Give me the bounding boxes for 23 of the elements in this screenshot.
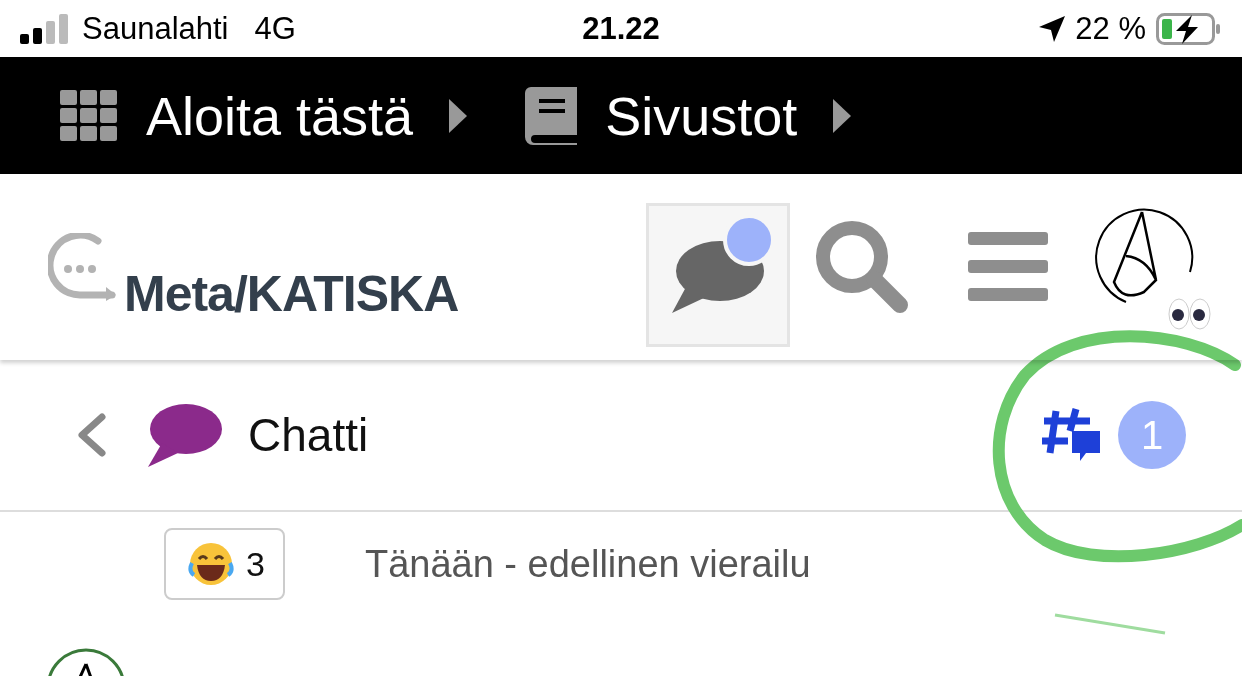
book-icon xyxy=(525,86,578,145)
carrier-name: Saunalahti xyxy=(82,10,229,47)
caret-icon xyxy=(833,98,852,133)
battery-percent: 22 % xyxy=(1075,10,1146,47)
reaction-button[interactable]: 3 xyxy=(164,528,285,600)
clock-time: 21.22 xyxy=(582,10,660,46)
location-arrow-icon xyxy=(1039,15,1066,42)
last-visit-divider: Tänään - edellinen vierailu xyxy=(364,542,811,586)
menu-button[interactable] xyxy=(968,232,1048,302)
unread-count: 1 xyxy=(1118,401,1186,469)
caret-icon xyxy=(449,98,468,133)
site-logo-text: Meta/KATISKA xyxy=(124,265,459,323)
back-button[interactable] xyxy=(76,413,106,457)
signal-icon xyxy=(20,13,70,44)
laughing-face-icon xyxy=(188,541,234,587)
grid-icon xyxy=(60,89,118,142)
search-button[interactable] xyxy=(816,221,908,313)
nav-menu-item[interactable]: Sivustot xyxy=(525,84,852,147)
speech-bubble-icon xyxy=(146,403,222,467)
network-type: 4G xyxy=(254,10,296,47)
nav-menu-item[interactable]: Aloita tästä xyxy=(60,84,468,147)
channel-title: Chatti xyxy=(248,408,370,462)
chat-button[interactable] xyxy=(646,203,790,347)
